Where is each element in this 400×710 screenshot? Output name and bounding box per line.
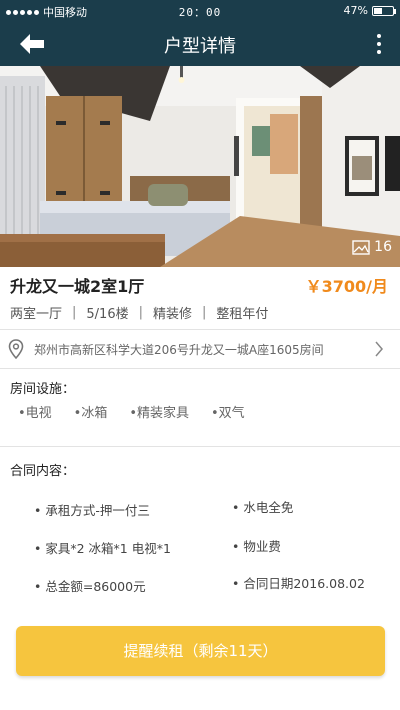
contract-item: • 物业费: [232, 539, 281, 554]
listing-price: ￥3700/月: [305, 277, 388, 296]
tag-decoration: 精装修: [153, 306, 193, 322]
facility-item: •电视: [18, 406, 52, 421]
battery-fill: [374, 7, 382, 14]
status-bar: 中国移动 20：00 47%: [0, 0, 400, 22]
contract-heading: 合同内容：: [10, 464, 76, 479]
contract-item: • 承租方式-押一付三: [34, 503, 150, 518]
status-time: 20：00: [178, 6, 222, 19]
facilities-heading: 房间设施：: [10, 382, 76, 397]
remind-renewal-button[interactable]: 提醒续租（剩余11天）: [16, 626, 385, 676]
bedroom-image: [0, 66, 400, 267]
page-title: 户型详情: [164, 36, 236, 57]
facility-item: •冰箱: [73, 406, 108, 421]
location-pin-icon: [8, 339, 24, 359]
tag-separator: |: [202, 304, 207, 320]
facility-item: •精装家具: [129, 406, 190, 421]
tag-layout: 两室一厅: [10, 306, 63, 322]
battery-percent: 47%: [343, 4, 368, 17]
facility-item: •双气: [211, 406, 245, 421]
tag-separator: |: [72, 304, 77, 320]
battery-group: 47%: [343, 4, 396, 17]
listing-title: 升龙又一城2室1厅: [10, 277, 145, 296]
divider: [0, 446, 400, 447]
listing-tags: 两室一厅 | 5/16楼 | 精装修 | 整租年付: [10, 301, 268, 323]
contract-item: • 总金额=86000元: [34, 579, 146, 594]
chevron-right-icon: [375, 341, 383, 357]
room-photo[interactable]: 16: [0, 66, 400, 267]
facilities-list: •电视 •冰箱 •精装家具 •双气: [18, 402, 267, 421]
divider: [0, 368, 400, 369]
tag-separator: |: [138, 304, 143, 320]
nav-bar: 户型详情: [0, 22, 400, 66]
contract-item: • 合同日期2016.08.02: [232, 576, 365, 591]
tag-rent-type: 整租年付: [216, 306, 269, 322]
image-gallery-icon: [352, 239, 370, 255]
photo-counter: 16: [352, 239, 392, 255]
address-row[interactable]: 郑州市高新区科学大道206号升龙又一城A座1605房间: [0, 332, 400, 366]
more-vertical-icon: [377, 34, 381, 38]
listing-header: 升龙又一城2室1厅 ￥3700/月: [0, 267, 400, 301]
photo-count: 16: [374, 239, 392, 255]
divider: [0, 329, 400, 330]
tag-floor: 5/16楼: [86, 306, 129, 322]
contract-item: • 家具*2 冰箱*1 电视*1: [34, 541, 171, 556]
contract-item: • 水电全免: [232, 500, 294, 515]
battery-icon: [372, 5, 396, 16]
address-text: 郑州市高新区科学大道206号升龙又一城A座1605房间: [34, 343, 324, 357]
more-options-button[interactable]: [374, 32, 384, 56]
